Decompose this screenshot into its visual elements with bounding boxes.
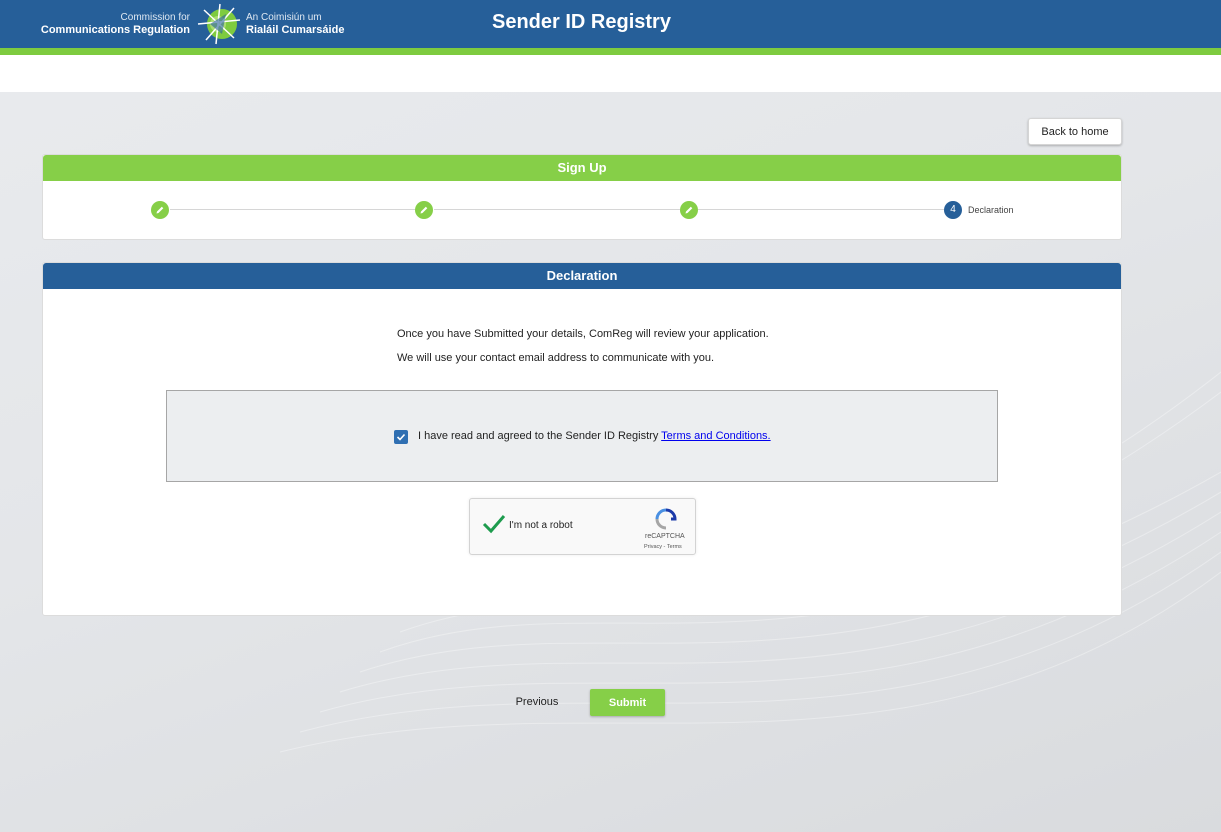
step-3-complete[interactable] (680, 201, 698, 219)
step-4-label: Declaration (968, 205, 1014, 215)
step-2-complete[interactable] (415, 201, 433, 219)
step-tracker: 4 Declaration (43, 181, 1121, 240)
pencil-icon (685, 206, 693, 214)
captcha-brand: reCAPTCHA (645, 533, 685, 540)
checkmark-icon (396, 433, 406, 441)
pencil-icon (156, 206, 164, 214)
logo-ga-line2: Rialáil Cumarsáide (246, 24, 345, 36)
signup-card-title: Sign Up (43, 155, 1121, 181)
back-to-home-button[interactable]: Back to home (1028, 118, 1122, 145)
declaration-line-2: We will use your contact email address t… (397, 352, 715, 364)
previous-button[interactable]: Previous (508, 692, 566, 712)
step-1-complete[interactable] (151, 201, 169, 219)
terms-checkbox[interactable] (394, 430, 408, 444)
step-4-number: 4 (944, 201, 962, 219)
logo-ga-line1: An Coimisiún um (246, 12, 322, 23)
step-connector (434, 209, 680, 210)
site-header: Commission for Communications Regulation… (0, 0, 1221, 48)
captcha-label: I'm not a robot (509, 520, 573, 531)
captcha-privacy-terms[interactable]: Privacy - Terms (644, 544, 682, 550)
step-connector (170, 209, 416, 210)
declaration-card-title: Declaration (43, 263, 1121, 289)
terms-and-conditions-link[interactable]: Terms and Conditions. (661, 430, 770, 442)
captcha-checkmark-icon[interactable] (482, 514, 506, 534)
header-spacer (0, 55, 1221, 92)
header-accent-bar (0, 48, 1221, 55)
logo-en-line1: Commission for (120, 12, 190, 23)
step-connector (698, 209, 944, 210)
page-title: Sender ID Registry (492, 11, 671, 33)
terms-agreement-box: I have read and agreed to the Sender ID … (166, 390, 998, 482)
submit-button[interactable]: Submit (590, 689, 665, 716)
terms-agreement-text: I have read and agreed to the Sender ID … (418, 430, 771, 442)
comreg-logo-icon (197, 3, 241, 45)
signup-progress-card: Sign Up 4 Declaration (42, 154, 1122, 240)
recaptcha-logo-icon (655, 508, 677, 530)
declaration-card: Declaration Once you have Submitted your… (42, 262, 1122, 616)
logo-en-line2: Communications Regulation (40, 24, 190, 36)
declaration-line-1: Once you have Submitted your details, Co… (397, 328, 769, 340)
logo-irish-text: An Coimisiún um Rialáil Cumarsáide (246, 12, 344, 36)
logo-english-text: Commission for Communications Regulation (41, 12, 190, 36)
recaptcha-widget: I'm not a robot reCAPTCHA Privacy - Term… (469, 498, 696, 555)
pencil-icon (420, 206, 428, 214)
terms-agreement-label: I have read and agreed to the Sender ID … (418, 430, 662, 442)
